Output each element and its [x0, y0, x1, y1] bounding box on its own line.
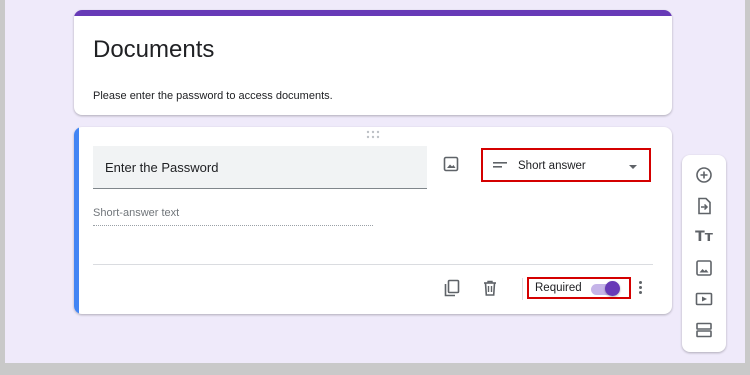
import-questions-icon[interactable] — [693, 195, 715, 217]
short-answer-icon — [493, 162, 507, 168]
add-image-icon[interactable] — [442, 155, 460, 173]
form-description[interactable]: Please enter the password to access docu… — [93, 90, 333, 102]
form-header-card[interactable]: Documents Please enter the password to a… — [74, 10, 672, 115]
more-options-icon[interactable] — [636, 279, 644, 299]
theme-accent-bar — [74, 10, 672, 16]
question-type-dropdown[interactable]: Short answer — [481, 148, 651, 182]
footer-divider — [93, 264, 653, 265]
answer-placeholder: Short-answer text — [93, 207, 373, 226]
duplicate-icon[interactable] — [442, 278, 462, 298]
add-section-icon[interactable] — [693, 319, 715, 341]
question-type-label: Short answer — [518, 160, 586, 172]
active-question-indicator — [74, 127, 79, 314]
required-toggle-thumb[interactable] — [605, 281, 620, 296]
form-title[interactable]: Documents — [93, 36, 214, 64]
question-title-input[interactable]: Enter the Password — [93, 146, 427, 189]
required-toggle-group[interactable]: Required — [527, 277, 631, 299]
add-title-icon[interactable]: Tт — [693, 226, 715, 248]
drag-handle-icon[interactable] — [366, 130, 380, 140]
question-title-text: Enter the Password — [105, 160, 219, 175]
add-question-icon[interactable] — [693, 164, 715, 186]
question-card[interactable]: Enter the Password Short answer Short-an… — [74, 127, 672, 314]
add-video-icon[interactable] — [693, 288, 715, 310]
chevron-down-icon — [629, 165, 637, 169]
delete-icon[interactable] — [480, 278, 500, 298]
required-label: Required — [535, 282, 582, 294]
form-editor-canvas: Documents Please enter the password to a… — [5, 0, 745, 363]
toolbar-separator — [522, 278, 523, 300]
add-image-icon[interactable] — [693, 257, 715, 279]
floating-toolbar: Tт — [682, 155, 726, 352]
